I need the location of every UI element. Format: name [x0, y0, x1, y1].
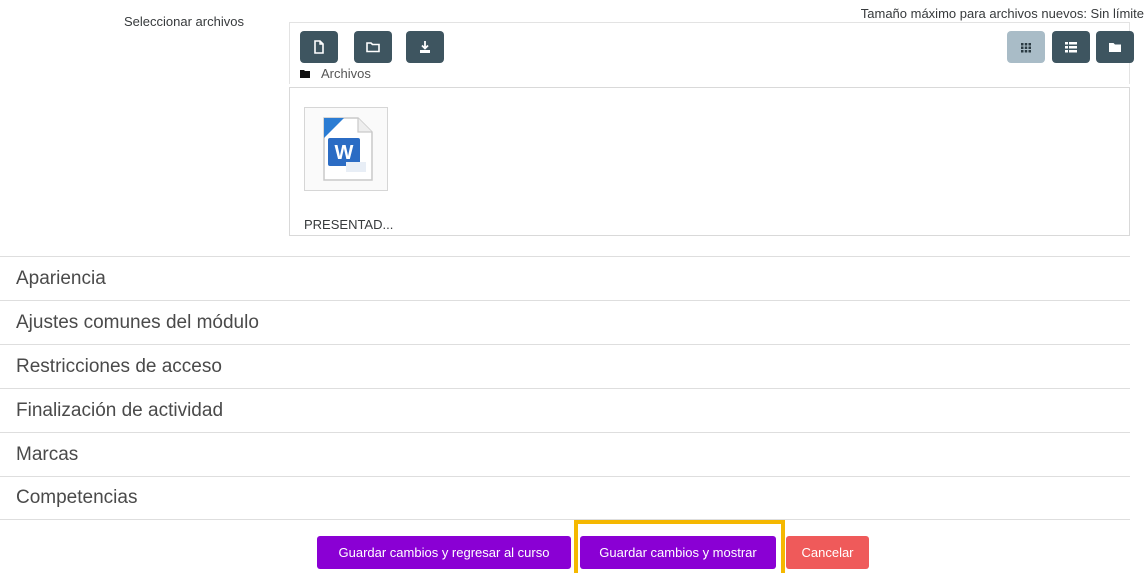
folder-icon — [300, 70, 310, 78]
section-finalizacion[interactable]: Finalización de actividad — [0, 388, 1130, 432]
create-folder-icon — [366, 42, 380, 53]
create-folder-button[interactable] — [354, 31, 392, 63]
section-apariencia[interactable]: Apariencia — [0, 256, 1130, 300]
view-list-button[interactable] — [1052, 31, 1090, 63]
max-file-size-text: Tamaño máximo para archivos nuevos: Sin … — [860, 6, 1144, 21]
form-sections: Apariencia Ajustes comunes del módulo Re… — [0, 256, 1130, 520]
section-competencias[interactable]: Competencias — [0, 476, 1130, 520]
section-restricciones[interactable]: Restricciones de acceso — [0, 344, 1130, 388]
view-icons-button[interactable] — [1007, 31, 1045, 63]
file-name[interactable]: PRESENTAD... — [304, 217, 394, 232]
cancel-button[interactable]: Cancelar — [786, 536, 869, 569]
tree-view-icon — [1109, 43, 1121, 52]
section-ajustes-comunes[interactable]: Ajustes comunes del módulo — [0, 300, 1130, 344]
file-thumbnail[interactable]: W — [304, 107, 388, 191]
file-item[interactable]: W PRESENTAD... — [304, 107, 394, 232]
download-all-button[interactable] — [406, 31, 444, 63]
filemanager-toolbar: Archivos — [289, 22, 1134, 84]
section-marcas[interactable]: Marcas — [0, 432, 1130, 476]
list-view-icon — [1065, 42, 1077, 53]
breadcrumb-label[interactable]: Archivos — [321, 66, 371, 81]
filemanager-content: W PRESENTAD... — [289, 87, 1130, 236]
svg-text:W: W — [335, 142, 354, 164]
add-file-button[interactable] — [300, 31, 338, 63]
breadcrumb: Archivos — [300, 66, 371, 81]
save-and-return-button[interactable]: Guardar cambios y regresar al curso — [317, 536, 571, 569]
word-document-icon: W — [323, 117, 373, 181]
save-and-display-button[interactable]: Guardar cambios y mostrar — [580, 536, 776, 569]
view-tree-button[interactable] — [1096, 31, 1134, 63]
add-file-icon — [314, 40, 324, 54]
download-icon — [420, 41, 430, 53]
icons-view-icon — [1021, 43, 1031, 53]
select-files-label: Seleccionar archivos — [124, 14, 244, 29]
